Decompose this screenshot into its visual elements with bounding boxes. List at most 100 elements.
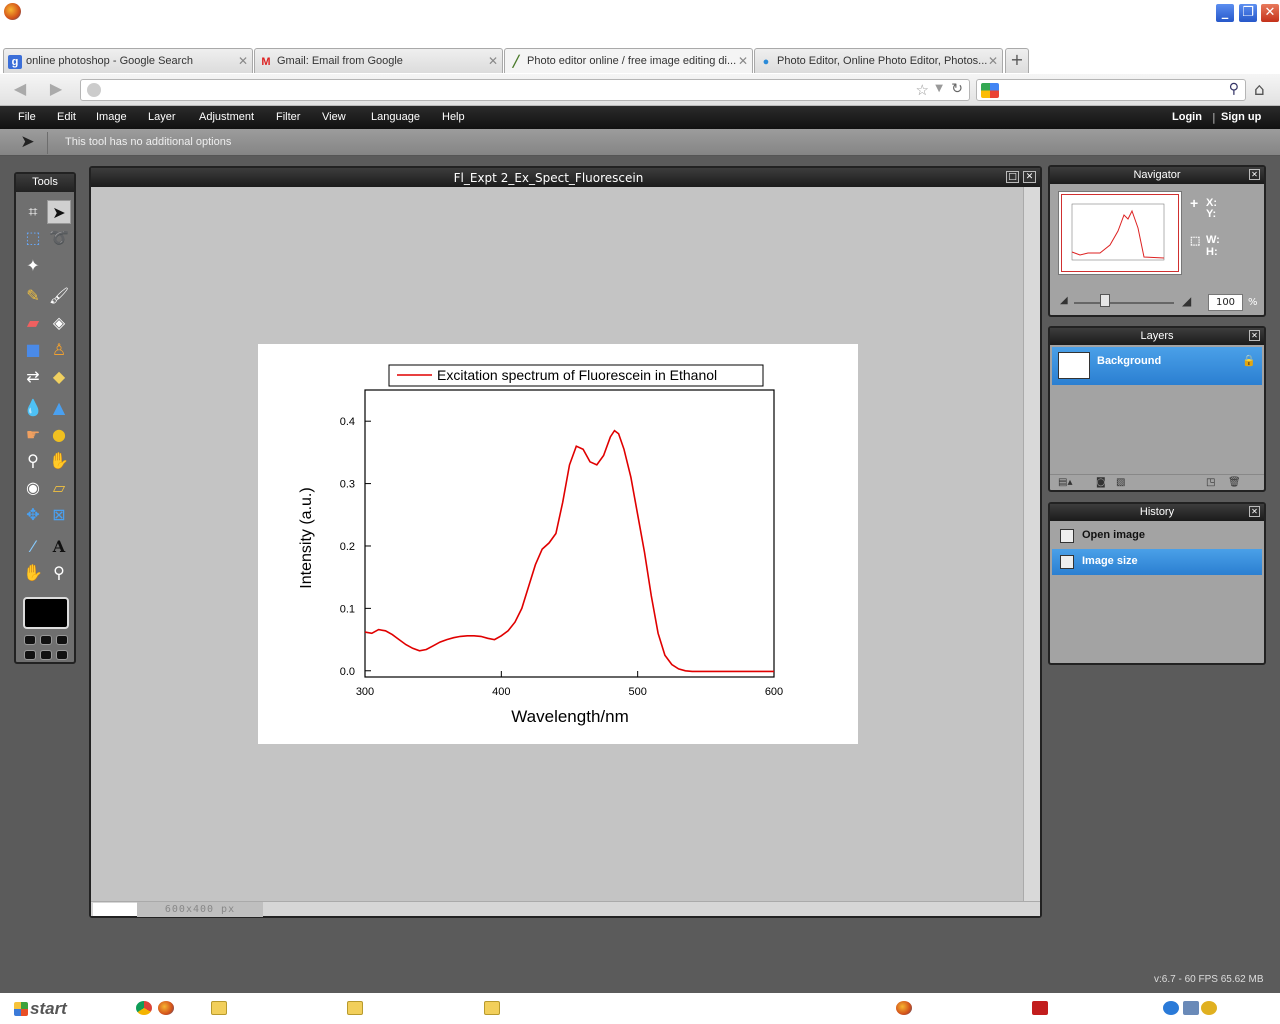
search-icon[interactable]: ⚲ [1229, 81, 1239, 97]
document-titlebar[interactable]: Fl_Expt 2_Ex_Spect_Fluorescein □ ✕ [91, 168, 1040, 187]
zoom-out-icon[interactable]: ◢ [1060, 295, 1068, 306]
magic-wand-icon[interactable]: ✦ [21, 254, 45, 278]
firefox-icon[interactable] [158, 1001, 174, 1015]
firefox-logo-icon[interactable] [4, 3, 21, 20]
flash-icon[interactable] [1032, 1001, 1048, 1015]
menu-layer[interactable]: Layer [148, 111, 176, 123]
zoom-percent-input[interactable]: 100 [1208, 294, 1243, 311]
folder-icon[interactable] [211, 1001, 227, 1015]
signup-link[interactable]: Sign up [1221, 111, 1261, 123]
swatch-icon[interactable] [56, 650, 68, 660]
clone-stamp-icon[interactable]: ♙ [47, 338, 71, 362]
swatch-icon[interactable] [24, 650, 36, 660]
crop-tool-icon[interactable]: ⌗ [21, 200, 45, 224]
history-item[interactable]: Image size [1052, 549, 1262, 575]
close-tab-icon[interactable]: ✕ [738, 54, 748, 68]
color-replace-icon[interactable]: ⇄ [21, 365, 45, 389]
bookmark-star-icon[interactable]: ☆ [916, 81, 929, 99]
smudge-tool-icon[interactable]: ☛ [21, 423, 45, 447]
lasso-tool-icon[interactable]: ➰ [47, 226, 71, 250]
browser-tab-gmail[interactable]: M Gmail: Email from Google ✕ [254, 48, 503, 73]
sponge-tool-icon[interactable]: ● [47, 423, 71, 447]
vertical-scrollbar[interactable] [1023, 187, 1040, 901]
swatch-icon[interactable] [56, 635, 68, 645]
close-tab-icon[interactable]: ✕ [238, 54, 248, 68]
swatch-icon[interactable] [24, 635, 36, 645]
menu-adjustment[interactable]: Adjustment [199, 111, 254, 123]
document-zoom-input[interactable] [93, 903, 137, 916]
reload-icon[interactable]: ↻ [951, 81, 963, 97]
close-tab-icon[interactable]: ✕ [488, 54, 498, 68]
shape-tool-icon[interactable]: ◆ [47, 365, 71, 389]
menu-language[interactable]: Language [371, 111, 420, 123]
maximize-document-icon[interactable]: □ [1006, 171, 1019, 183]
menu-filter[interactable]: Filter [276, 111, 300, 123]
navigator-thumbnail[interactable] [1058, 191, 1182, 275]
document-canvas[interactable]: Excitation spectrum of Fluorescein in Et… [91, 187, 1023, 901]
menu-help[interactable]: Help [442, 111, 465, 123]
tray-icon[interactable] [1201, 1001, 1217, 1015]
sharpen-tool-icon[interactable]: ▲ [47, 396, 71, 420]
zoom-slider-track[interactable] [1074, 302, 1174, 304]
marquee-tool-icon[interactable]: ⬚ [21, 226, 45, 250]
brush-tool-icon[interactable]: 🖌 [47, 284, 71, 308]
burn-tool-icon[interactable]: ✋ [47, 449, 71, 473]
menu-image[interactable]: Image [96, 111, 127, 123]
menu-file[interactable]: File [18, 111, 36, 123]
layer-settings-icon[interactable]: ▤▴ [1058, 477, 1072, 488]
browser-tab-pixlr[interactable]: ╱ Photo editor online / free image editi… [504, 48, 753, 73]
dodge-tool-icon[interactable]: ⚲ [21, 449, 45, 473]
home-icon[interactable]: ⌂ [1254, 80, 1265, 100]
chevron-down-icon[interactable]: ▼ [935, 83, 943, 94]
blur-drop-icon[interactable]: 💧 [21, 396, 45, 420]
delete-layer-icon[interactable]: 🗑 [1228, 477, 1241, 488]
layer-mask-icon[interactable]: ◙ [1096, 477, 1106, 488]
browser-tab-photo-editor[interactable]: ● Photo Editor, Online Photo Editor, Pho… [754, 48, 1003, 73]
folder-icon[interactable] [484, 1001, 500, 1015]
new-tab-button[interactable]: + [1005, 48, 1029, 73]
google-search-engine-icon[interactable] [981, 83, 999, 98]
history-item[interactable]: Open image [1052, 523, 1262, 549]
folder-icon[interactable] [347, 1001, 363, 1015]
close-panel-icon[interactable]: ✕ [1249, 169, 1260, 180]
image-canvas[interactable]: Excitation spectrum of Fluorescein in Et… [258, 344, 858, 744]
bloat-tool-icon[interactable]: ✥ [21, 503, 45, 527]
color-picker-icon[interactable]: ⁄ [21, 535, 45, 559]
menu-view[interactable]: View [322, 111, 346, 123]
close-panel-icon[interactable]: ✕ [1249, 506, 1260, 517]
back-arrow-icon[interactable]: ◀ [10, 81, 30, 99]
pinch-tool-icon[interactable]: ⊠ [47, 503, 71, 527]
pencil-tool-icon[interactable]: ✎ [21, 284, 45, 308]
hand-tool-icon[interactable]: ✋ [21, 561, 45, 585]
start-button[interactable]: start [8, 997, 80, 1021]
layer-styles-icon[interactable]: ▧ [1116, 477, 1125, 488]
close-document-icon[interactable]: ✕ [1023, 171, 1036, 183]
zoom-tool-icon[interactable]: ⚲ [47, 561, 71, 585]
close-panel-icon[interactable]: ✕ [1249, 330, 1260, 341]
browser-tab-google-search[interactable]: g online photoshop - Google Search ✕ [3, 48, 253, 73]
lock-icon[interactable]: 🔒 [1242, 354, 1256, 367]
paint-bucket-icon[interactable]: ◈ [47, 311, 71, 335]
type-tool-icon[interactable]: A [47, 535, 71, 559]
minimize-window-icon[interactable]: _ [1215, 3, 1235, 23]
close-tab-icon[interactable]: ✕ [988, 54, 998, 68]
search-input[interactable]: ⚲ [976, 79, 1246, 101]
foreground-color-swatch[interactable] [23, 597, 69, 629]
close-window-icon[interactable]: ✕ [1260, 3, 1280, 23]
back-tray-icon[interactable] [1163, 1001, 1179, 1015]
chrome-icon[interactable] [136, 1001, 152, 1015]
zoom-slider-handle[interactable] [1100, 294, 1110, 307]
menu-edit[interactable]: Edit [57, 111, 76, 123]
spot-heal-icon[interactable]: ▱ [47, 476, 71, 500]
red-eye-tool-icon[interactable]: ◉ [21, 476, 45, 500]
layer-item[interactable]: Background 🔒 [1052, 347, 1262, 385]
swatch-icon[interactable] [40, 650, 52, 660]
login-link[interactable]: Login [1172, 111, 1202, 123]
restore-window-icon[interactable]: ❐ [1238, 3, 1258, 23]
gradient-tool-icon[interactable]: ■ [21, 338, 45, 362]
network-icon[interactable] [1183, 1001, 1199, 1015]
eraser-tool-icon[interactable]: ▰ [21, 311, 45, 335]
firefox-icon[interactable] [896, 1001, 912, 1015]
new-layer-icon[interactable]: ◳ [1206, 477, 1215, 488]
move-tool-icon[interactable]: ➤ [47, 200, 71, 224]
